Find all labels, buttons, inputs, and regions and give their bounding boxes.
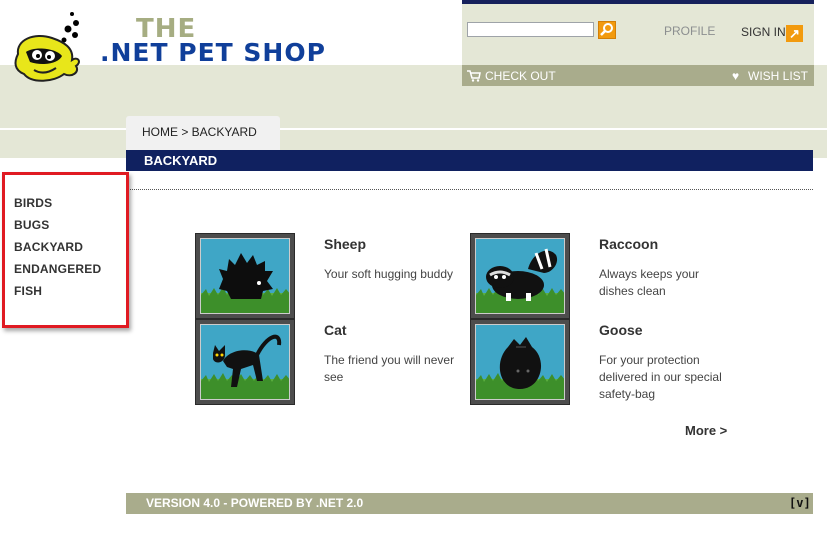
product-name-goose[interactable]: Goose	[599, 322, 643, 338]
search-input[interactable]	[467, 22, 594, 37]
cart-icon[interactable]	[467, 70, 481, 82]
search-icon	[600, 23, 613, 36]
heart-icon[interactable]: ♥	[732, 70, 744, 82]
product-thumbnail-goose[interactable]	[470, 319, 570, 405]
footer-version-text: VERSION 4.0 - POWERED BY .NET 2.0	[146, 496, 364, 510]
category-link-fish[interactable]: FISH	[14, 284, 42, 298]
product-thumbnail-cat[interactable]	[195, 319, 295, 405]
sheep-image	[201, 239, 289, 313]
more-link[interactable]: More >	[685, 423, 727, 438]
top-utility-panel: PROFILE SIGN IN ↗ CHECK OUT ♥ WISH LIST	[462, 0, 814, 86]
product-description-cat: The friend you will never see	[324, 353, 455, 384]
raccoon-image	[476, 239, 564, 313]
top-panel-accent-bar	[462, 0, 814, 4]
section-header-bar	[126, 150, 813, 171]
fish-logo-icon[interactable]	[12, 4, 102, 88]
profile-link[interactable]: PROFILE	[664, 24, 715, 38]
logo-text-shop[interactable]: .NET PET SHOP	[100, 38, 326, 67]
product-description-goose: For your protection delivered in our spe…	[599, 353, 722, 401]
product-description-raccoon: Always keeps your dishes clean	[599, 267, 700, 298]
category-link-birds[interactable]: BIRDS	[14, 196, 52, 210]
sign-in-link[interactable]: SIGN IN	[741, 25, 786, 39]
product-name-sheep[interactable]: Sheep	[324, 236, 366, 252]
category-link-bugs[interactable]: BUGS	[14, 218, 49, 232]
goose-image	[476, 325, 564, 399]
product-name-cat[interactable]: Cat	[324, 322, 347, 338]
product-thumbnail-raccoon[interactable]	[470, 233, 570, 319]
page: THE .NET PET SHOP PROFILE SIGN IN ↗ CHEC…	[0, 0, 827, 544]
wish-list-link[interactable]: WISH LIST	[748, 69, 808, 83]
breadcrumb[interactable]: HOME > BACKYARD	[142, 125, 257, 139]
category-link-backyard[interactable]: BACKYARD	[14, 240, 83, 254]
product-description-sheep: Your soft hugging buddy	[324, 267, 453, 281]
category-link-endangered[interactable]: ENDANGERED	[14, 262, 101, 276]
product-name-raccoon[interactable]: Raccoon	[599, 236, 658, 252]
divider	[130, 189, 813, 190]
checkout-link[interactable]: CHECK OUT	[485, 69, 556, 83]
section-title: BACKYARD	[144, 153, 218, 168]
sign-in-arrow-icon[interactable]: ↗	[786, 25, 803, 42]
footer-validation-icon[interactable]: [v]	[789, 496, 811, 510]
cat-image	[201, 325, 289, 399]
product-thumbnail-sheep[interactable]	[195, 233, 295, 319]
search-button[interactable]	[598, 21, 616, 39]
